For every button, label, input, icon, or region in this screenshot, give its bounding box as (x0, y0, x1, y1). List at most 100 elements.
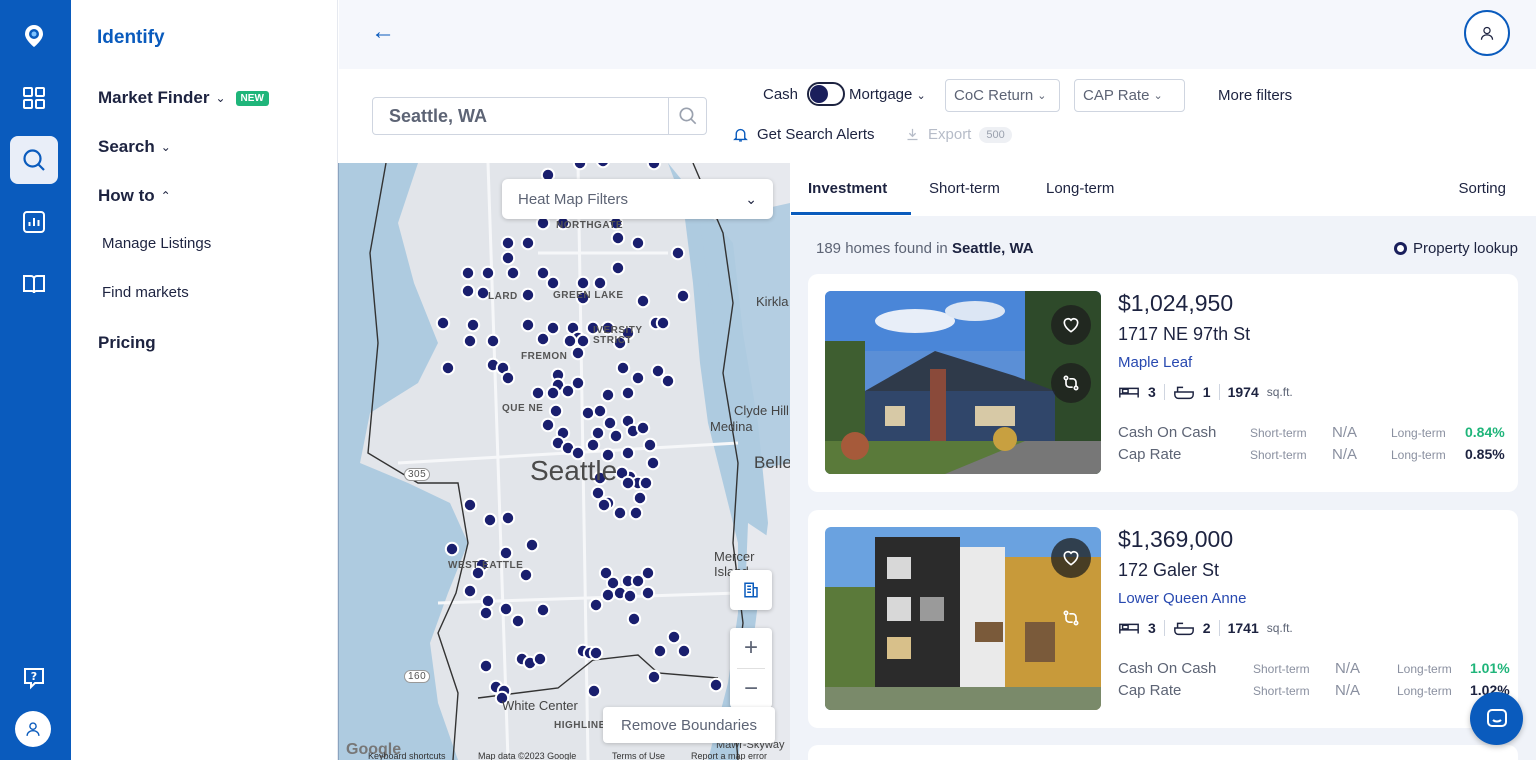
property-marker[interactable] (646, 669, 662, 685)
property-marker[interactable] (572, 163, 588, 171)
property-marker[interactable] (465, 317, 481, 333)
listing-address[interactable]: 1717 NE 97th St (1118, 324, 1250, 345)
property-marker[interactable] (530, 385, 546, 401)
property-marker[interactable] (535, 602, 551, 618)
property-marker[interactable] (478, 605, 494, 621)
property-marker[interactable] (478, 658, 494, 674)
remove-boundaries-button[interactable]: Remove Boundaries (603, 707, 775, 743)
mortgage-dropdown[interactable]: Mortgage ⌄ (849, 86, 926, 103)
property-marker[interactable] (435, 315, 451, 331)
tab-short-term[interactable]: Short-term (929, 180, 1000, 197)
property-marker[interactable] (630, 370, 646, 386)
property-marker[interactable] (645, 455, 661, 471)
listing-address[interactable]: 172 Galer St (1118, 560, 1219, 581)
property-marker[interactable] (590, 425, 606, 441)
report-map-error-link[interactable]: Report a map error (691, 751, 767, 760)
keyboard-shortcuts-link[interactable]: Keyboard shortcuts (368, 751, 446, 760)
nav-manage-listings[interactable]: Manage Listings (102, 235, 211, 252)
property-marker[interactable] (586, 683, 602, 699)
property-marker[interactable] (480, 265, 496, 281)
zoom-in-button[interactable]: + (744, 628, 758, 668)
listing-photo[interactable] (825, 527, 1101, 710)
property-marker[interactable] (652, 643, 668, 659)
property-marker[interactable] (620, 445, 636, 461)
property-marker[interactable] (545, 385, 561, 401)
property-marker[interactable] (640, 585, 656, 601)
coc-return-dropdown[interactable]: CoC Return ⌄ (945, 79, 1060, 112)
chat-support-button[interactable] (1470, 692, 1523, 745)
property-marker[interactable] (460, 265, 476, 281)
help-icon[interactable]: ? (10, 654, 58, 702)
property-marker[interactable] (635, 293, 651, 309)
property-marker[interactable] (622, 588, 638, 604)
property-marker[interactable] (460, 283, 476, 299)
property-marker[interactable] (498, 545, 514, 561)
property-marker[interactable] (520, 235, 536, 251)
listing-card[interactable]: $1,024,950 1717 NE 97th St Maple Leaf 3 … (808, 274, 1518, 492)
property-marker[interactable] (666, 629, 682, 645)
property-marker[interactable] (708, 677, 724, 693)
property-marker[interactable] (562, 333, 578, 349)
location-search-input[interactable] (373, 98, 668, 134)
property-marker[interactable] (575, 275, 591, 291)
zoom-out-button[interactable]: − (744, 669, 758, 708)
tab-investment[interactable]: Investment (808, 180, 887, 197)
property-marker[interactable] (520, 317, 536, 333)
property-marker[interactable] (588, 597, 604, 613)
property-marker[interactable] (462, 497, 478, 513)
property-marker[interactable] (612, 505, 628, 521)
property-marker[interactable] (485, 333, 501, 349)
property-marker[interactable] (575, 333, 591, 349)
account-avatar-icon[interactable] (15, 711, 51, 747)
property-marker[interactable] (588, 645, 604, 661)
favorite-button[interactable] (1051, 305, 1091, 345)
property-marker[interactable] (600, 387, 616, 403)
property-marker[interactable] (635, 420, 651, 436)
property-marker[interactable] (638, 475, 654, 491)
property-marker[interactable] (545, 320, 561, 336)
property-marker[interactable] (620, 385, 636, 401)
favorite-button[interactable] (1051, 538, 1091, 578)
cash-mortgage-toggle[interactable] (807, 82, 845, 106)
property-marker[interactable] (626, 611, 642, 627)
user-profile-button[interactable] (1464, 10, 1510, 56)
property-marker[interactable] (482, 512, 498, 528)
property-marker[interactable] (630, 235, 646, 251)
logo-icon[interactable] (10, 12, 58, 60)
analytics-chart-icon[interactable] (10, 198, 58, 246)
property-marker[interactable] (640, 565, 656, 581)
property-marker[interactable] (524, 537, 540, 553)
property-marker[interactable] (590, 485, 606, 501)
nav-how-to[interactable]: How to ⌃ (98, 186, 171, 206)
property-marker[interactable] (535, 265, 551, 281)
property-marker[interactable] (642, 437, 658, 453)
nav-market-finder[interactable]: Market Finder ⌄ NEW (98, 88, 269, 108)
property-marker[interactable] (615, 360, 631, 376)
property-lookup-option[interactable]: Property lookup (1393, 240, 1518, 257)
nav-find-markets[interactable]: Find markets (102, 284, 189, 301)
listing-card[interactable]: $1,369,000 172 Galer St Lower Queen Anne… (808, 510, 1518, 728)
property-marker[interactable] (628, 505, 644, 521)
property-marker[interactable] (632, 490, 648, 506)
property-marker[interactable] (676, 643, 692, 659)
dashboard-grid-icon[interactable] (10, 74, 58, 122)
property-marker[interactable] (500, 510, 516, 526)
terms-link[interactable]: Terms of Use (612, 751, 665, 760)
property-marker[interactable] (600, 587, 616, 603)
sorting-button[interactable]: Sorting (1458, 180, 1506, 197)
cap-rate-dropdown[interactable]: CAP Rate ⌄ (1074, 79, 1185, 112)
property-marker[interactable] (462, 333, 478, 349)
search-button[interactable] (668, 98, 706, 134)
property-marker[interactable] (500, 250, 516, 266)
nav-pricing[interactable]: Pricing (98, 333, 156, 353)
listing-neighborhood[interactable]: Maple Leaf (1118, 354, 1192, 371)
property-marker[interactable] (650, 363, 666, 379)
search-nav-icon[interactable] (10, 136, 58, 184)
back-arrow-icon[interactable]: ← (371, 18, 395, 46)
property-marker[interactable] (548, 403, 564, 419)
property-marker[interactable] (500, 235, 516, 251)
property-marker[interactable] (660, 373, 676, 389)
property-marker[interactable] (592, 403, 608, 419)
property-marker[interactable] (440, 360, 456, 376)
property-marker[interactable] (610, 230, 626, 246)
